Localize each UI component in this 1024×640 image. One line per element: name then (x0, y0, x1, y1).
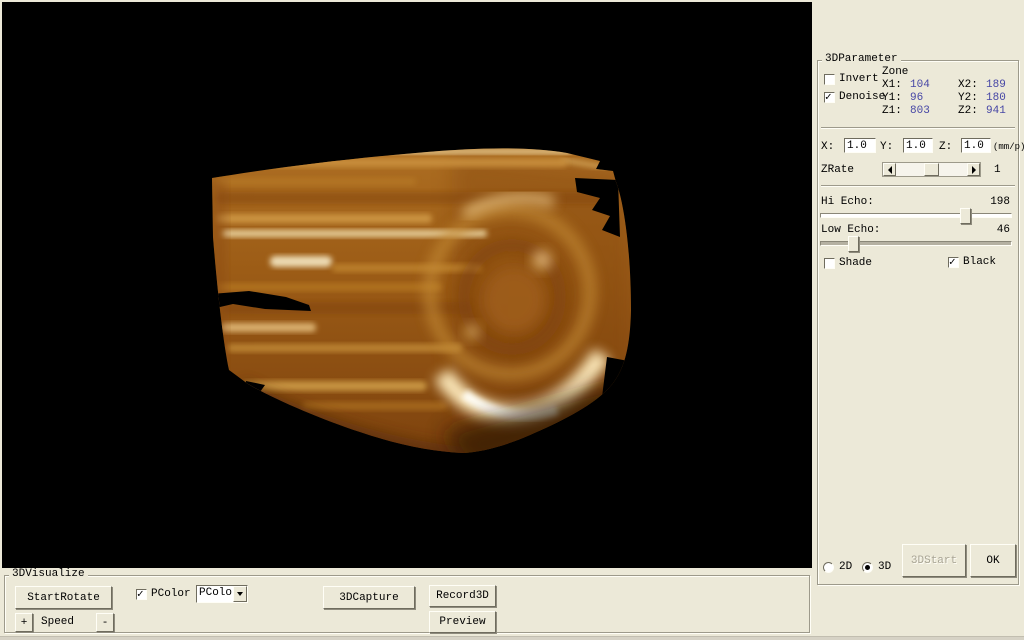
zone-y1-label: Y1: (882, 92, 902, 104)
separator (821, 127, 1015, 129)
arrow-left-icon (888, 166, 892, 174)
viewport-3d[interactable] (2, 2, 812, 568)
volume-render-3d-ultrasound (2, 2, 812, 568)
zone-x1-value: 104 (910, 79, 930, 91)
record-3d-button[interactable]: Record3D (429, 585, 496, 607)
hi-echo-value: 198 (990, 196, 1010, 208)
zrate-scrollbar[interactable] (882, 162, 981, 177)
denoise-label: Denoise (839, 91, 885, 103)
pcolor-dropdown-value: PColor (197, 586, 233, 602)
low-echo-value: 46 (997, 224, 1010, 236)
start-3d-button[interactable]: 3DStart (902, 544, 966, 577)
start-rotate-button[interactable]: StartRotate (15, 586, 112, 609)
parameter-group-title: 3DParameter (822, 53, 901, 65)
hi-echo-slider-thumb[interactable] (960, 208, 971, 224)
low-echo-slider[interactable] (820, 241, 1012, 246)
zrate-label: ZRate (821, 164, 854, 176)
mode-3d-radio[interactable] (862, 562, 873, 573)
voxel-z-input[interactable] (961, 138, 991, 153)
ok-button[interactable]: OK (970, 544, 1016, 577)
voxel-x-label: X: (821, 141, 834, 153)
arrow-right-icon (972, 166, 976, 174)
preview-button[interactable]: Preview (429, 611, 496, 633)
hi-echo-slider[interactable] (820, 213, 1012, 218)
voxel-y-input[interactable] (903, 138, 933, 153)
mode-3d-label: 3D (878, 561, 891, 573)
zone-z2-label: Z2: (958, 105, 978, 117)
black-label: Black (963, 256, 996, 268)
zone-y1-value: 96 (910, 92, 923, 104)
zone-x2-value: 189 (986, 79, 1006, 91)
voxel-unit-label: (mm/p) (993, 142, 1024, 152)
window-bottom-edge (0, 636, 1024, 640)
zone-label: Zone (882, 66, 908, 78)
shade-label: Shade (839, 257, 872, 269)
hi-echo-label: Hi Echo: (821, 196, 874, 208)
pcolor-label: PColor (151, 588, 191, 600)
shade-checkbox[interactable] (824, 258, 835, 269)
zrate-scrollbar-thumb[interactable] (924, 163, 939, 176)
visualize-groupbox: 3DVisualize StartRotate PColor PColor 3D… (4, 575, 810, 633)
mode-2d-radio[interactable] (823, 562, 834, 573)
separator (821, 185, 1015, 187)
capture-3d-button[interactable]: 3DCapture (323, 586, 415, 609)
zone-x2-label: X2: (958, 79, 978, 91)
zone-z1-label: Z1: (882, 105, 902, 117)
zone-x1-label: X1: (882, 79, 902, 91)
zone-z2-value: 941 (986, 105, 1006, 117)
denoise-checkbox[interactable] (824, 92, 835, 103)
speed-label: Speed (41, 616, 74, 628)
zrate-value: 1 (994, 164, 1001, 176)
zrate-scroll-right-button[interactable] (967, 163, 980, 176)
voxel-y-label: Y: (880, 141, 893, 153)
chevron-down-icon (237, 592, 243, 596)
low-echo-label: Low Echo: (821, 224, 880, 236)
voxel-x-input[interactable] (844, 138, 876, 153)
visualize-group-title: 3DVisualize (9, 568, 88, 580)
invert-label: Invert (839, 73, 879, 85)
speed-plus-button[interactable]: + (15, 613, 33, 632)
pcolor-dropdown[interactable]: PColor (196, 585, 248, 603)
zone-y2-label: Y2: (958, 92, 978, 104)
low-echo-slider-thumb[interactable] (848, 236, 859, 252)
pcolor-dropdown-button[interactable] (233, 586, 247, 602)
mode-2d-label: 2D (839, 561, 852, 573)
black-checkbox[interactable] (948, 257, 959, 268)
invert-checkbox[interactable] (824, 74, 835, 85)
voxel-z-label: Z: (939, 141, 952, 153)
app-window: { "right_panel": { "group_title": "3DPar… (0, 0, 1024, 640)
parameter-groupbox: 3DParameter Invert Denoise Zone X1: 104 … (817, 60, 1019, 585)
pcolor-checkbox[interactable] (136, 589, 147, 600)
zone-y2-value: 180 (986, 92, 1006, 104)
speed-minus-button[interactable]: - (96, 613, 114, 632)
zone-z1-value: 803 (910, 105, 930, 117)
zrate-scroll-left-button[interactable] (883, 163, 896, 176)
